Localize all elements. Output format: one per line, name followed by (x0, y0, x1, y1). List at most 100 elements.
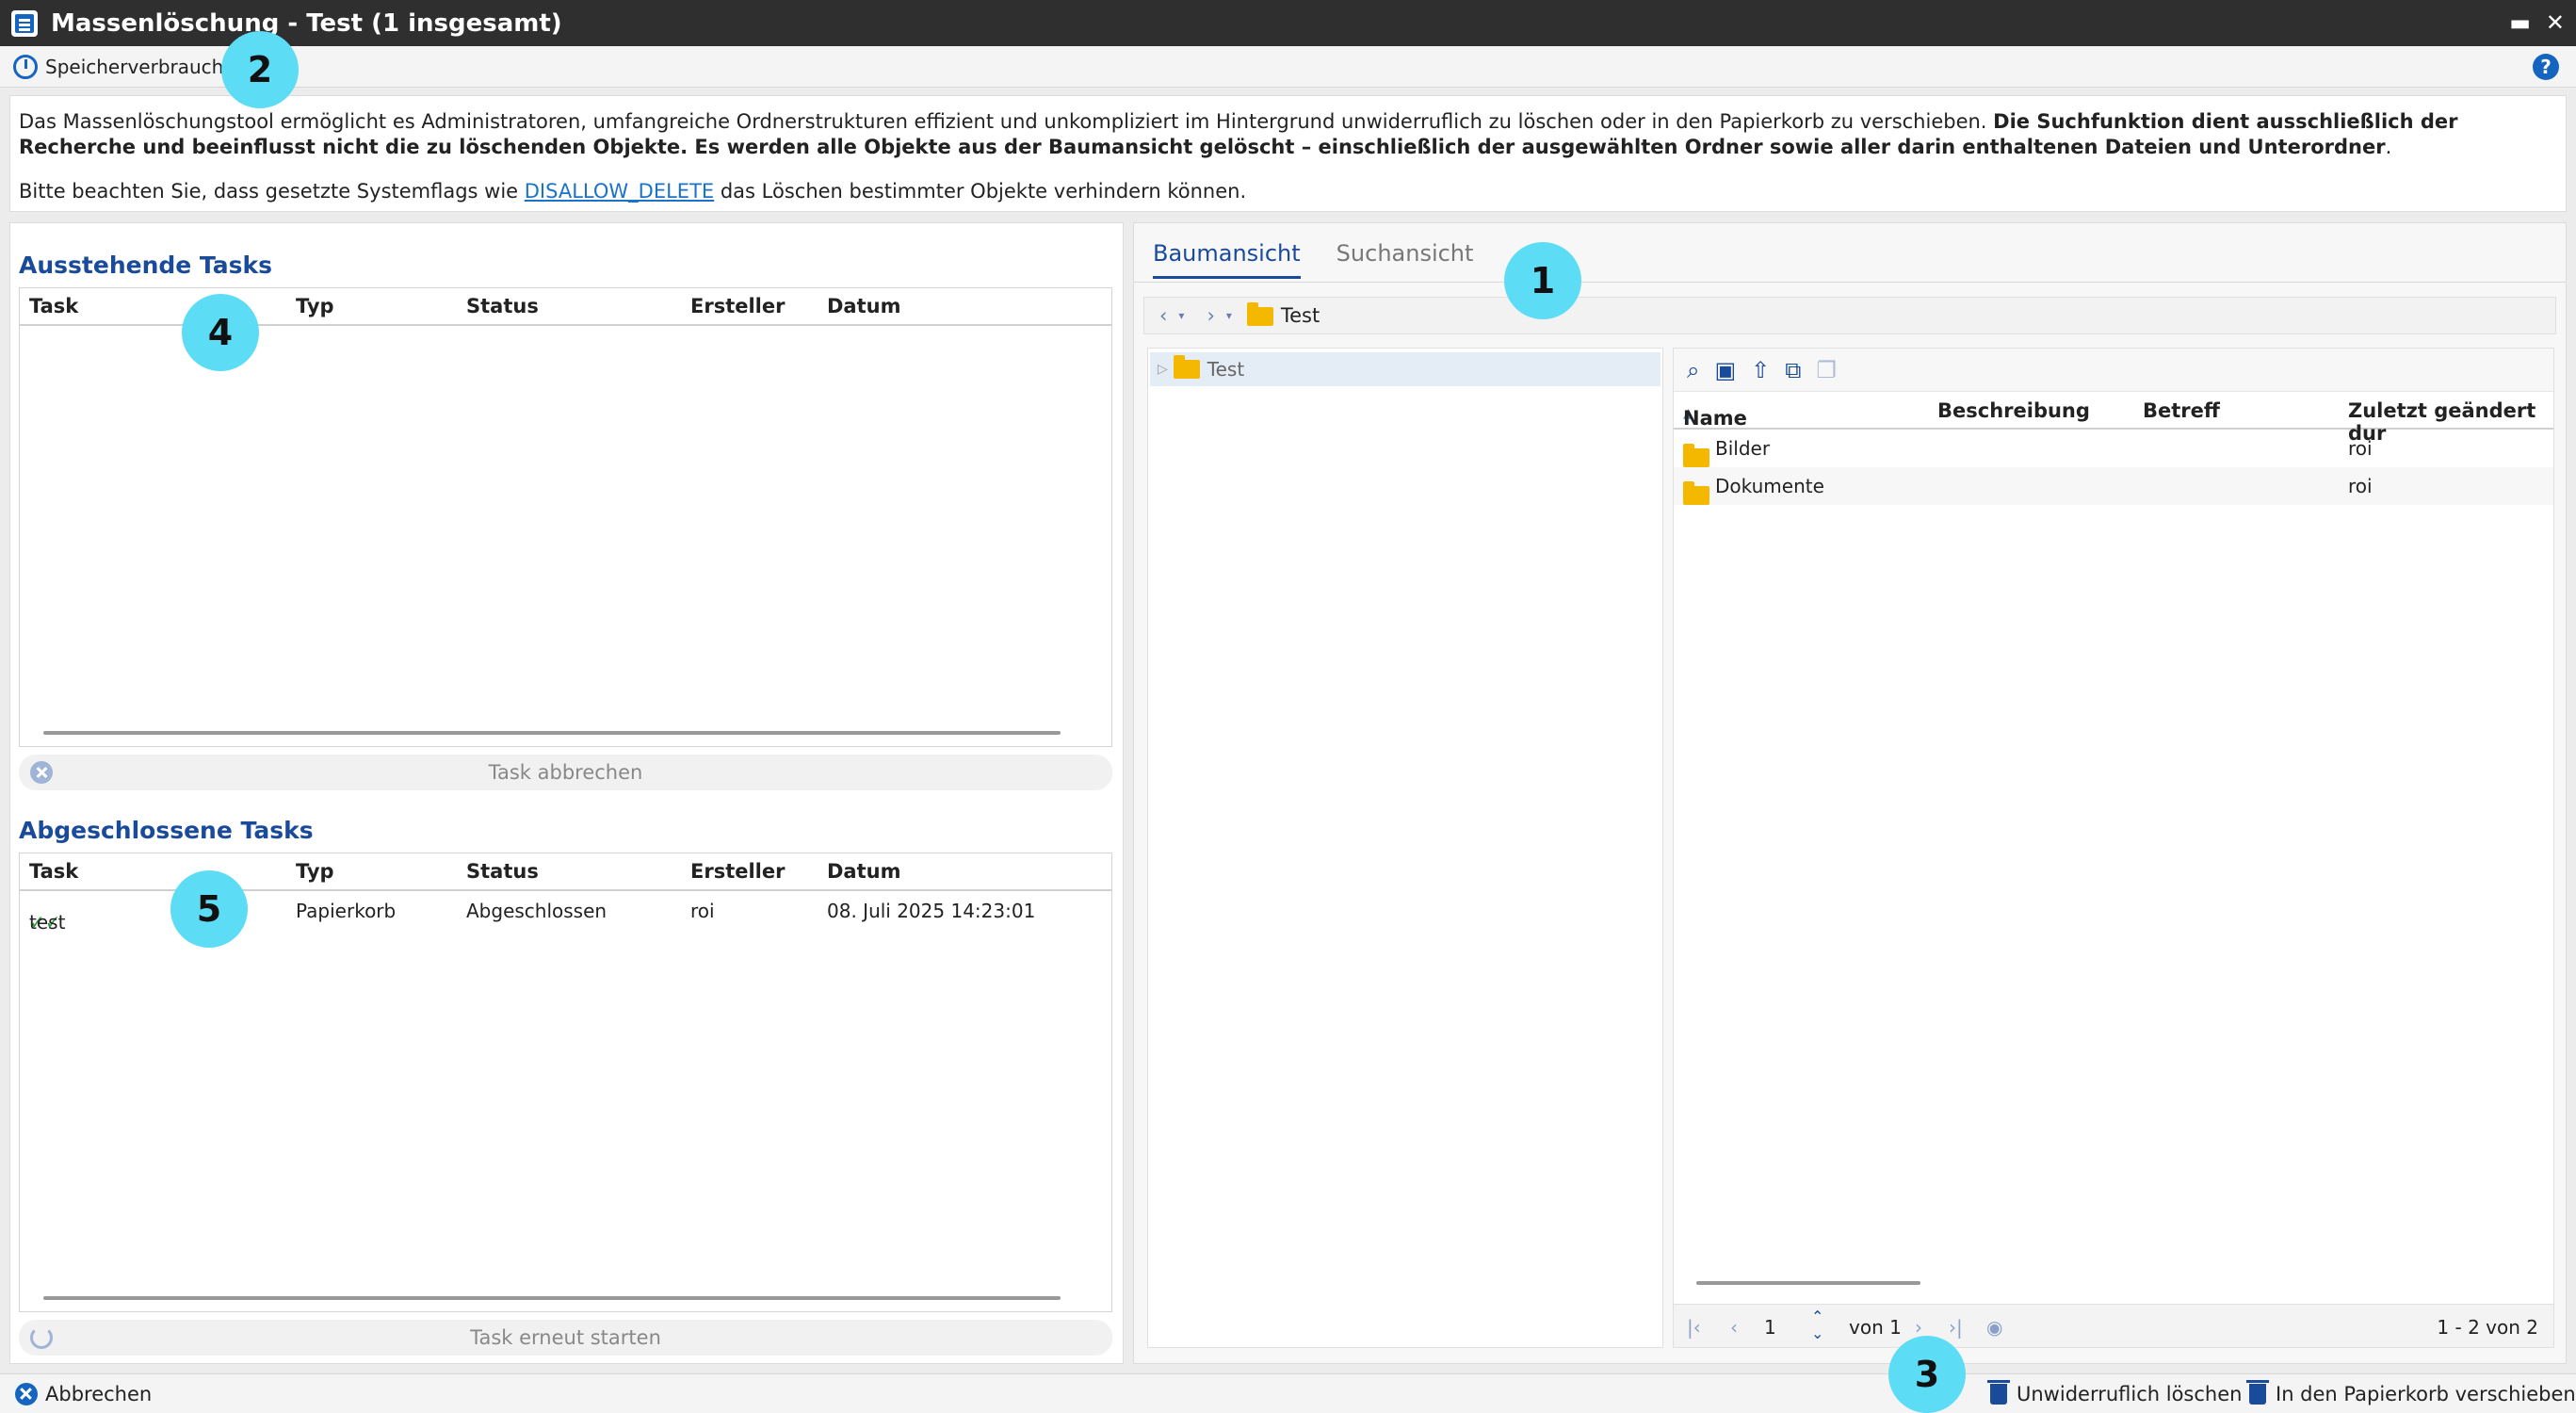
cancel-task-button[interactable]: Task abbrechen (19, 755, 1112, 790)
last-page-icon[interactable]: ›| (1949, 1316, 1963, 1339)
callout-4: 4 (182, 294, 259, 371)
modified-by: roi (2348, 437, 2373, 460)
col-datum[interactable]: Datum (827, 860, 900, 883)
cancel-task-label: Task abbrechen (488, 761, 643, 784)
app-icon (11, 9, 38, 37)
task-creator: roi (690, 900, 715, 922)
col-typ[interactable]: Typ (296, 295, 334, 317)
col-status[interactable]: Status (466, 860, 539, 883)
expand-icon[interactable]: ▷ (1158, 362, 1168, 377)
col-beschreibung[interactable]: Beschreibung (1937, 399, 2090, 422)
back-history-icon[interactable]: ▾ (1178, 309, 1184, 322)
col-ersteller[interactable]: Ersteller (690, 295, 785, 317)
callout-2: 2 (221, 31, 299, 108)
page-stepper-icon[interactable]: ⌃ ⌄ (1811, 1308, 1823, 1342)
trash-icon (1987, 1380, 2010, 1405)
info-panel: Das Massenlöschungstool ermöglicht es Ad… (9, 95, 2567, 212)
restart-task-label: Task erneut starten (470, 1326, 661, 1349)
forward-history-icon[interactable]: ▾ (1226, 309, 1232, 322)
col-betreff[interactable]: Betreff (2143, 399, 2220, 422)
delete-permanently-button[interactable]: Unwiderruflich löschen (1987, 1380, 2243, 1405)
minimize-button[interactable]: ▬ (2509, 9, 2531, 36)
pie-chart-icon (13, 54, 38, 79)
file-list: ⌕ ▣ ⇧ ⧉ ❐ Name ▲ Beschreibung Betreff Zu… (1673, 348, 2554, 1348)
file-list-header: Name ▲ Beschreibung Betreff Zuletzt geän… (1674, 392, 2553, 445)
modified-by: roi (2348, 475, 2373, 497)
tab-baumansicht[interactable]: Baumansicht (1153, 240, 1301, 279)
breadcrumb[interactable]: Test (1281, 304, 1320, 327)
callout-3: 3 (1888, 1336, 1966, 1413)
note-text-before: Bitte beachten Sie, dass gesetzte System… (19, 180, 525, 203)
restart-icon (30, 1326, 53, 1349)
col-ersteller[interactable]: Ersteller (690, 860, 785, 883)
title-bar: Massenlöschung - Test (1 insgesamt) ▬ ✕ (0, 0, 2576, 46)
table-row[interactable]: Dokumente roi (1674, 467, 2553, 505)
cancel-icon (30, 761, 53, 784)
forward-icon[interactable]: › (1207, 304, 1214, 327)
horizontal-scrollbar[interactable] (43, 731, 1061, 735)
col-task[interactable]: Task (29, 295, 78, 317)
trash-icon (2246, 1380, 2269, 1405)
tasks-panel: Ausstehende Tasks Task Typ Status Erstel… (9, 222, 1124, 1364)
pending-tasks-grid: Task Typ Status Ersteller Datum (19, 287, 1112, 747)
horizontal-scrollbar[interactable] (1696, 1281, 1920, 1285)
window-title: Massenlöschung - Test (1 insgesamt) (51, 8, 562, 38)
paste-icon[interactable]: ❐ (1816, 357, 1837, 383)
col-task[interactable]: Task (29, 860, 78, 883)
col-status[interactable]: Status (466, 295, 539, 317)
search-icon[interactable]: ⌕ (1687, 357, 1699, 383)
first-page-icon[interactable]: |‹ (1687, 1316, 1701, 1339)
horizontal-scrollbar[interactable] (43, 1296, 1061, 1300)
toolbar: Speicherverbrauch ? (0, 46, 2576, 88)
browser-panel: Baumansicht Suchansicht ‹ ▾ › ▾ Test ▷ T… (1133, 222, 2567, 1364)
storage-usage-button[interactable]: Speicherverbrauch (13, 54, 223, 79)
folder-tree: ▷ Test (1147, 348, 1663, 1348)
note-text-after: das Löschen bestimmter Objekte verhinder… (714, 180, 1247, 203)
delete-permanently-label: Unwiderruflich löschen (2017, 1383, 2243, 1405)
file-toolbar: ⌕ ▣ ⇧ ⧉ ❐ (1674, 349, 2553, 392)
file-name: Dokumente (1715, 475, 1824, 497)
page-count: von 1 (1849, 1316, 1902, 1339)
info-paragraph: Das Massenlöschungstool ermöglicht es Ad… (19, 109, 2557, 160)
file-name: Bilder (1715, 437, 1771, 460)
task-status: Abgeschlossen (466, 900, 608, 922)
page-range: 1 - 2 von 2 (2437, 1316, 2538, 1339)
table-row[interactable]: Bilder roi (1674, 430, 2553, 467)
tree-item-test[interactable]: ▷ Test (1150, 352, 1661, 386)
copy-icon[interactable]: ⧉ (1785, 357, 1801, 383)
tab-suchansicht[interactable]: Suchansicht (1337, 240, 1474, 279)
folder-icon (1246, 302, 1273, 327)
pagination-bar: |‹ ‹ 1 ⌃ ⌄ von 1 › ›| ◉ 1 - 2 von 2 (1674, 1304, 2553, 1347)
col-typ[interactable]: Typ (296, 860, 334, 883)
completed-tasks-title: Abgeschlossene Tasks (19, 817, 314, 844)
eye-icon[interactable]: ◉ (1986, 1316, 2002, 1339)
move-to-trash-label: In den Papierkorb verschieben (2276, 1383, 2576, 1405)
page-number-input[interactable]: 1 (1764, 1316, 1776, 1339)
back-icon[interactable]: ‹ (1159, 304, 1167, 327)
callout-5: 5 (170, 870, 248, 948)
tree-item-label: Test (1207, 358, 1245, 381)
callout-1: 1 (1504, 242, 1581, 319)
task-date: 08. Juli 2025 14:23:01 (827, 900, 1036, 922)
upload-icon[interactable]: ⇧ (1751, 357, 1770, 383)
restart-task-button[interactable]: Task erneut starten (19, 1320, 1112, 1356)
info-text-end: . (2385, 136, 2392, 158)
col-name[interactable]: Name ▲ (1683, 399, 1747, 430)
col-datum[interactable]: Datum (827, 295, 900, 317)
bottom-bar: Abbrechen Unwiderruflich löschen In den … (0, 1373, 2576, 1413)
help-icon[interactable]: ? (2533, 54, 2559, 80)
info-text: Das Massenlöschungstool ermöglicht es Ad… (19, 110, 1994, 133)
abort-button[interactable]: Abbrechen (15, 1383, 152, 1405)
pending-tasks-title: Ausstehende Tasks (19, 252, 273, 279)
info-note: Bitte beachten Sie, dass gesetzte System… (19, 179, 2557, 204)
prev-page-icon[interactable]: ‹ (1730, 1316, 1738, 1339)
close-button[interactable]: ✕ (2546, 9, 2565, 36)
disallow-delete-link[interactable]: DISALLOW_DELETE (525, 180, 714, 203)
view-tabs: Baumansicht Suchansicht (1153, 240, 1473, 279)
folder-icon (1173, 355, 1200, 379)
navigation-bar: ‹ ▾ › ▾ Test (1143, 297, 2556, 334)
new-folder-icon[interactable]: ▣ (1714, 357, 1736, 383)
task-type: Papierkorb (296, 900, 397, 922)
move-to-trash-button[interactable]: In den Papierkorb verschieben (2246, 1380, 2576, 1405)
task-name: test (29, 911, 66, 934)
